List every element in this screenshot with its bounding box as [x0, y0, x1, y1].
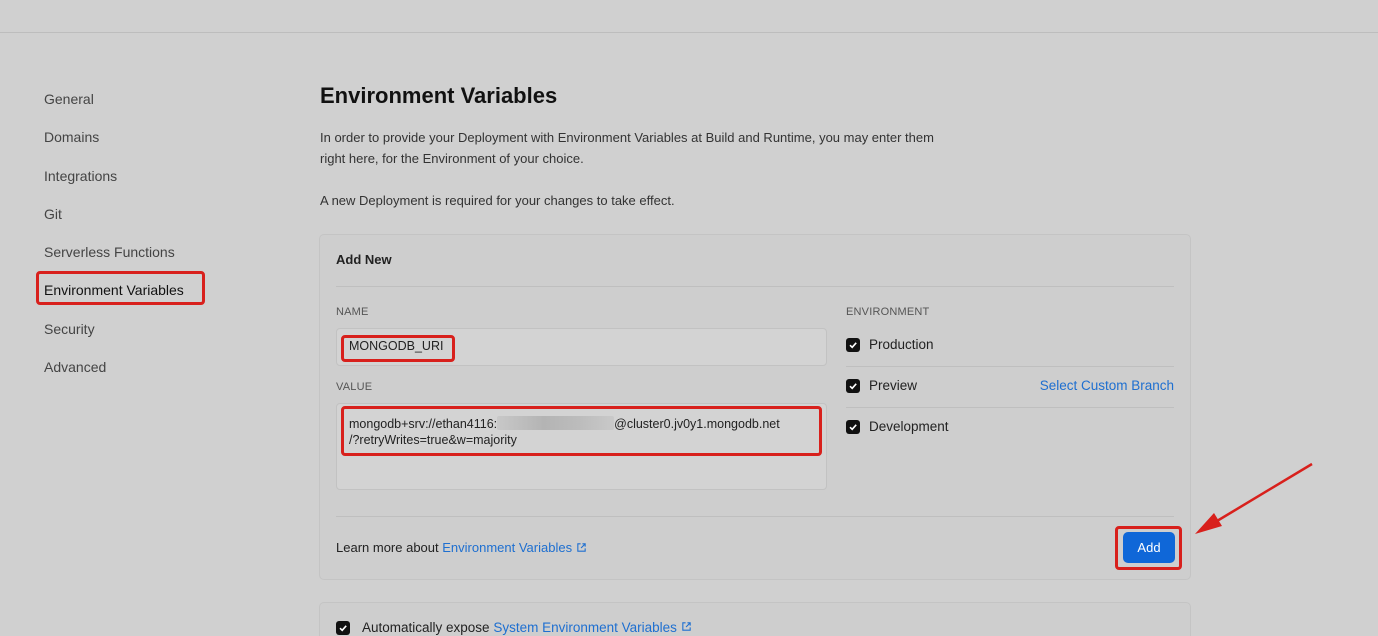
value-label: VALUE	[336, 381, 373, 393]
env-preview-row[interactable]: Preview	[846, 378, 917, 393]
env-divider	[846, 366, 1174, 367]
checkbox-checked-icon[interactable]	[336, 620, 350, 635]
sidebar-item-integrations[interactable]: Integrations	[44, 163, 224, 201]
system-env-prefix: Automatically expose	[362, 620, 490, 635]
sidebar-item-security[interactable]: Security	[44, 316, 224, 354]
name-label: NAME	[336, 306, 369, 318]
external-link-icon	[576, 540, 587, 555]
add-new-title: Add New	[336, 252, 392, 267]
card-footer-divider	[336, 516, 1174, 517]
sidebar-item-domains[interactable]: Domains	[44, 124, 224, 162]
env-production-row[interactable]: Production	[846, 337, 934, 352]
env-development-label: Development	[869, 419, 949, 434]
value-line-2: /?retryWrites=true&w=majority	[349, 433, 517, 447]
sidebar-item-serverless-functions[interactable]: Serverless Functions	[44, 239, 224, 277]
checkbox-checked-icon[interactable]	[846, 419, 860, 434]
env-preview-label: Preview	[869, 378, 918, 393]
env-development-row[interactable]: Development	[846, 419, 949, 434]
card-divider	[336, 286, 1174, 287]
add-new-card: Add New NAME MONGODB_URI VALUE mongodb+s…	[319, 234, 1191, 580]
external-link-icon	[681, 620, 692, 635]
sidebar-item-general[interactable]: General	[44, 86, 224, 124]
name-input[interactable]: MONGODB_URI	[336, 328, 827, 366]
value-prefix: mongodb+srv://ethan4116:	[349, 417, 498, 431]
system-env-vars-row[interactable]: Automatically expose System Environment …	[336, 620, 692, 635]
learn-more-prefix: Learn more about	[336, 540, 439, 555]
deployment-note: A new Deployment is required for your ch…	[320, 193, 675, 208]
system-env-vars-card: Automatically expose System Environment …	[319, 602, 1191, 636]
value-line-1: mongodb+srv://ethan4116: @cluster0.jv0y1.…	[349, 416, 826, 432]
sidebar-item-git[interactable]: Git	[44, 201, 224, 239]
system-env-vars-link[interactable]: System Environment Variables	[493, 620, 677, 635]
learn-more-text: Learn more about Environment Variables	[336, 540, 587, 555]
settings-sidebar: General Domains Integrations Git Serverl…	[44, 86, 224, 392]
main-content: Environment Variables In order to provid…	[320, 80, 1190, 211]
page-description: In order to provide your Deployment with…	[320, 130, 934, 166]
checkbox-checked-icon[interactable]	[846, 378, 860, 393]
select-custom-branch-link[interactable]: Select Custom Branch	[1040, 378, 1174, 393]
redacted-password	[497, 416, 615, 430]
name-input-value: MONGODB_URI	[349, 339, 444, 353]
env-vars-docs-link[interactable]: Environment Variables	[442, 540, 572, 555]
add-button[interactable]: Add	[1123, 532, 1175, 563]
checkbox-checked-icon[interactable]	[846, 337, 860, 352]
value-suffix: @cluster0.jv0y1.mongodb.net	[614, 417, 780, 431]
env-production-label: Production	[869, 337, 934, 352]
sidebar-item-environment-variables[interactable]: Environment Variables	[44, 277, 224, 315]
top-bar	[0, 0, 1378, 33]
sidebar-item-advanced[interactable]: Advanced	[44, 354, 224, 392]
page-title: Environment Variables	[320, 83, 558, 108]
environment-label: ENVIRONMENT	[846, 306, 930, 318]
red-arrow-annotation	[1195, 462, 1313, 534]
env-divider	[846, 407, 1174, 408]
value-textarea[interactable]: mongodb+srv://ethan4116: @cluster0.jv0y1.…	[336, 403, 827, 490]
